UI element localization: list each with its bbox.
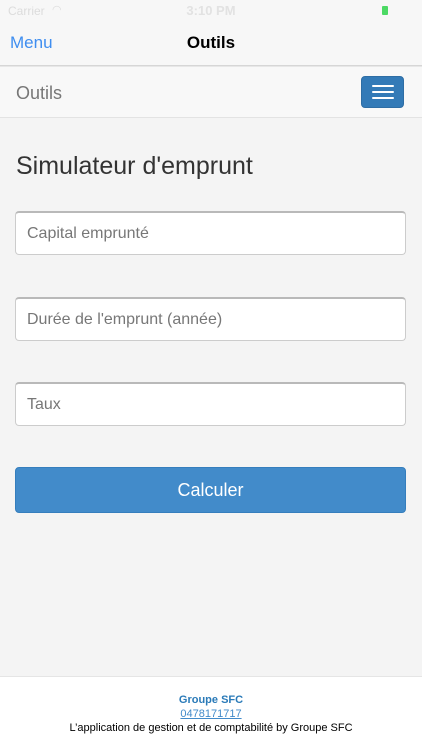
status-time: 3:10 PM [186, 3, 236, 18]
page-title: Simulateur d'emprunt [16, 152, 253, 180]
footer-company: Groupe SFC [178, 694, 244, 706]
navigation-bar: Menu Outils [0, 22, 422, 66]
footer-phone-link[interactable]: 0478171717 [0, 707, 422, 721]
footer-tagline: L’application de gestion et de comptabil… [69, 722, 353, 734]
footer: Groupe SFC 0478171717 L’application de g… [0, 676, 422, 751]
navbar-brand[interactable]: Outils [16, 83, 62, 104]
battery-icon [382, 6, 388, 15]
duration-input[interactable] [15, 297, 406, 341]
nav-title: Outils [186, 33, 236, 52]
rate-input[interactable] [15, 382, 406, 426]
menu-toggle-button[interactable] [361, 76, 404, 108]
capital-input[interactable] [15, 211, 406, 255]
app-navbar: Outils [0, 66, 422, 118]
calculate-button[interactable]: Calculer [15, 467, 406, 513]
status-bar: Carrier ◠ 3:10 PM [0, 0, 422, 22]
